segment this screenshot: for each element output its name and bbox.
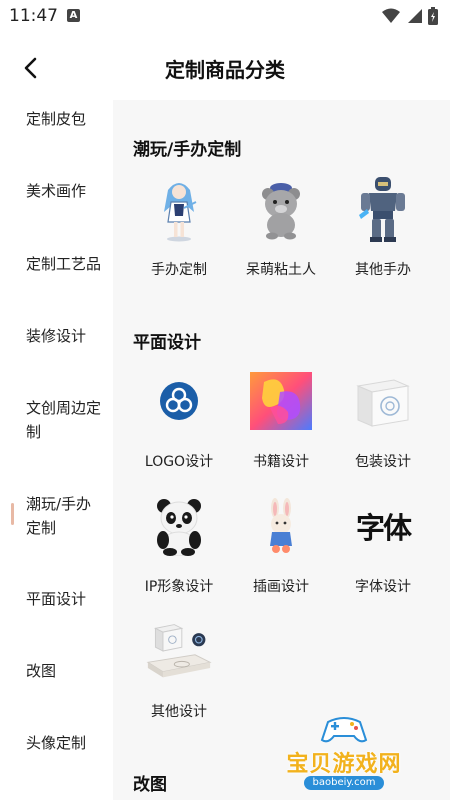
package-box-icon (350, 368, 416, 434)
book-cover-icon (248, 368, 314, 434)
category-item-label: 书籍设计 (253, 454, 309, 470)
robot-figure-icon (350, 176, 416, 242)
sidebar-item-figures[interactable]: 潮玩/手办定制 (0, 492, 110, 540)
category-item-label: 插画设计 (253, 579, 309, 595)
anime-figure-icon (146, 176, 212, 242)
notification-a-icon: A (67, 9, 80, 22)
category-item-font-design[interactable]: 字体 字体设计 (331, 493, 435, 613)
section-title: 改图 (133, 775, 167, 795)
category-item-label: 包装设计 (355, 454, 411, 470)
sidebar-item-label: 改图 (26, 662, 57, 680)
category-item-label: 其他设计 (151, 704, 207, 720)
category-item-logo-design[interactable]: LOGO设计 (127, 368, 231, 488)
sidebar-item-leather-bag[interactable]: 定制皮包 (0, 107, 113, 131)
wifi-icon (382, 8, 400, 23)
watermark-url: baobeiy.com (304, 776, 384, 790)
category-content: 潮玩/手办定制 手办定制 呆萌粘土人 其他手办 平面设计 LOGO设计 书籍设计… (113, 100, 450, 800)
logo-knot-icon (146, 368, 212, 434)
category-item-label: IP形象设计 (144, 579, 214, 595)
sidebar-item-crafts[interactable]: 定制工艺品 (0, 252, 113, 276)
sidebar-item-label: 装修设计 (26, 327, 87, 345)
status-bar: 11:47 A (0, 0, 450, 32)
sidebar-item-photo-edit[interactable]: 改图 (0, 659, 113, 683)
watermark-text: 宝贝游戏网 (286, 752, 402, 777)
sidebar-item-label: 定制皮包 (26, 110, 87, 128)
category-item-label: 呆萌粘土人 (246, 262, 316, 278)
sidebar-item-avatar[interactable]: 头像定制 (0, 731, 113, 755)
category-item-package-design[interactable]: 包装设计 (331, 368, 435, 488)
category-item-book-design[interactable]: 书籍设计 (229, 368, 333, 488)
category-item-figure[interactable]: 手办定制 (127, 176, 231, 296)
page-title: 定制商品分类 (165, 58, 285, 82)
status-time: 11:47 (9, 6, 58, 26)
section-title: 潮玩/手办定制 (133, 140, 242, 160)
status-icons (382, 7, 438, 25)
clay-bear-icon (248, 176, 314, 242)
sidebar-item-art[interactable]: 美术画作 (0, 179, 113, 203)
gamepad-icon (320, 717, 368, 743)
header: 定制商品分类 (0, 40, 450, 96)
sidebar-item-label: 平面设计 (26, 590, 87, 608)
sidebar-item-decoration[interactable]: 装修设计 (0, 324, 113, 348)
panda-icon (146, 493, 212, 559)
sidebar-item-label: 美术画作 (26, 182, 87, 200)
battery-icon (428, 7, 438, 25)
category-item-ip-design[interactable]: IP形象设计 (127, 493, 231, 613)
category-item-label: 手办定制 (151, 262, 207, 278)
book-mockup-icon (146, 618, 212, 684)
sidebar-item-label: 头像定制 (26, 734, 87, 752)
sidebar-item-graphic-design[interactable]: 平面设计 (0, 587, 113, 611)
sidebar-item-merch[interactable]: 文创周边定制 (0, 396, 110, 444)
category-item-clay-figure[interactable]: 呆萌粘土人 (229, 176, 333, 296)
category-sidebar: 定制皮包 美术画作 定制工艺品 装修设计 文创周边定制 潮玩/手办定制 平面设计… (0, 100, 113, 800)
category-item-other-design[interactable]: 其他设计 (127, 618, 231, 738)
category-item-illustration[interactable]: 插画设计 (229, 493, 333, 613)
sidebar-item-label: 定制工艺品 (26, 255, 102, 273)
section-title: 平面设计 (133, 333, 201, 353)
category-item-label: 字体设计 (355, 579, 411, 595)
sidebar-item-label: 文创周边定制 (26, 399, 102, 441)
category-item-label: LOGO设计 (144, 454, 214, 470)
font-sample-icon: 字体 (355, 511, 412, 545)
category-item-other-figure[interactable]: 其他手办 (331, 176, 435, 296)
watermark-logo: 宝贝游戏网 baobeiy.com (274, 712, 414, 792)
category-item-label: 其他手办 (355, 262, 411, 278)
bunny-icon (248, 493, 314, 559)
signal-icon (408, 9, 422, 23)
sidebar-item-label: 潮玩/手办定制 (26, 495, 92, 537)
